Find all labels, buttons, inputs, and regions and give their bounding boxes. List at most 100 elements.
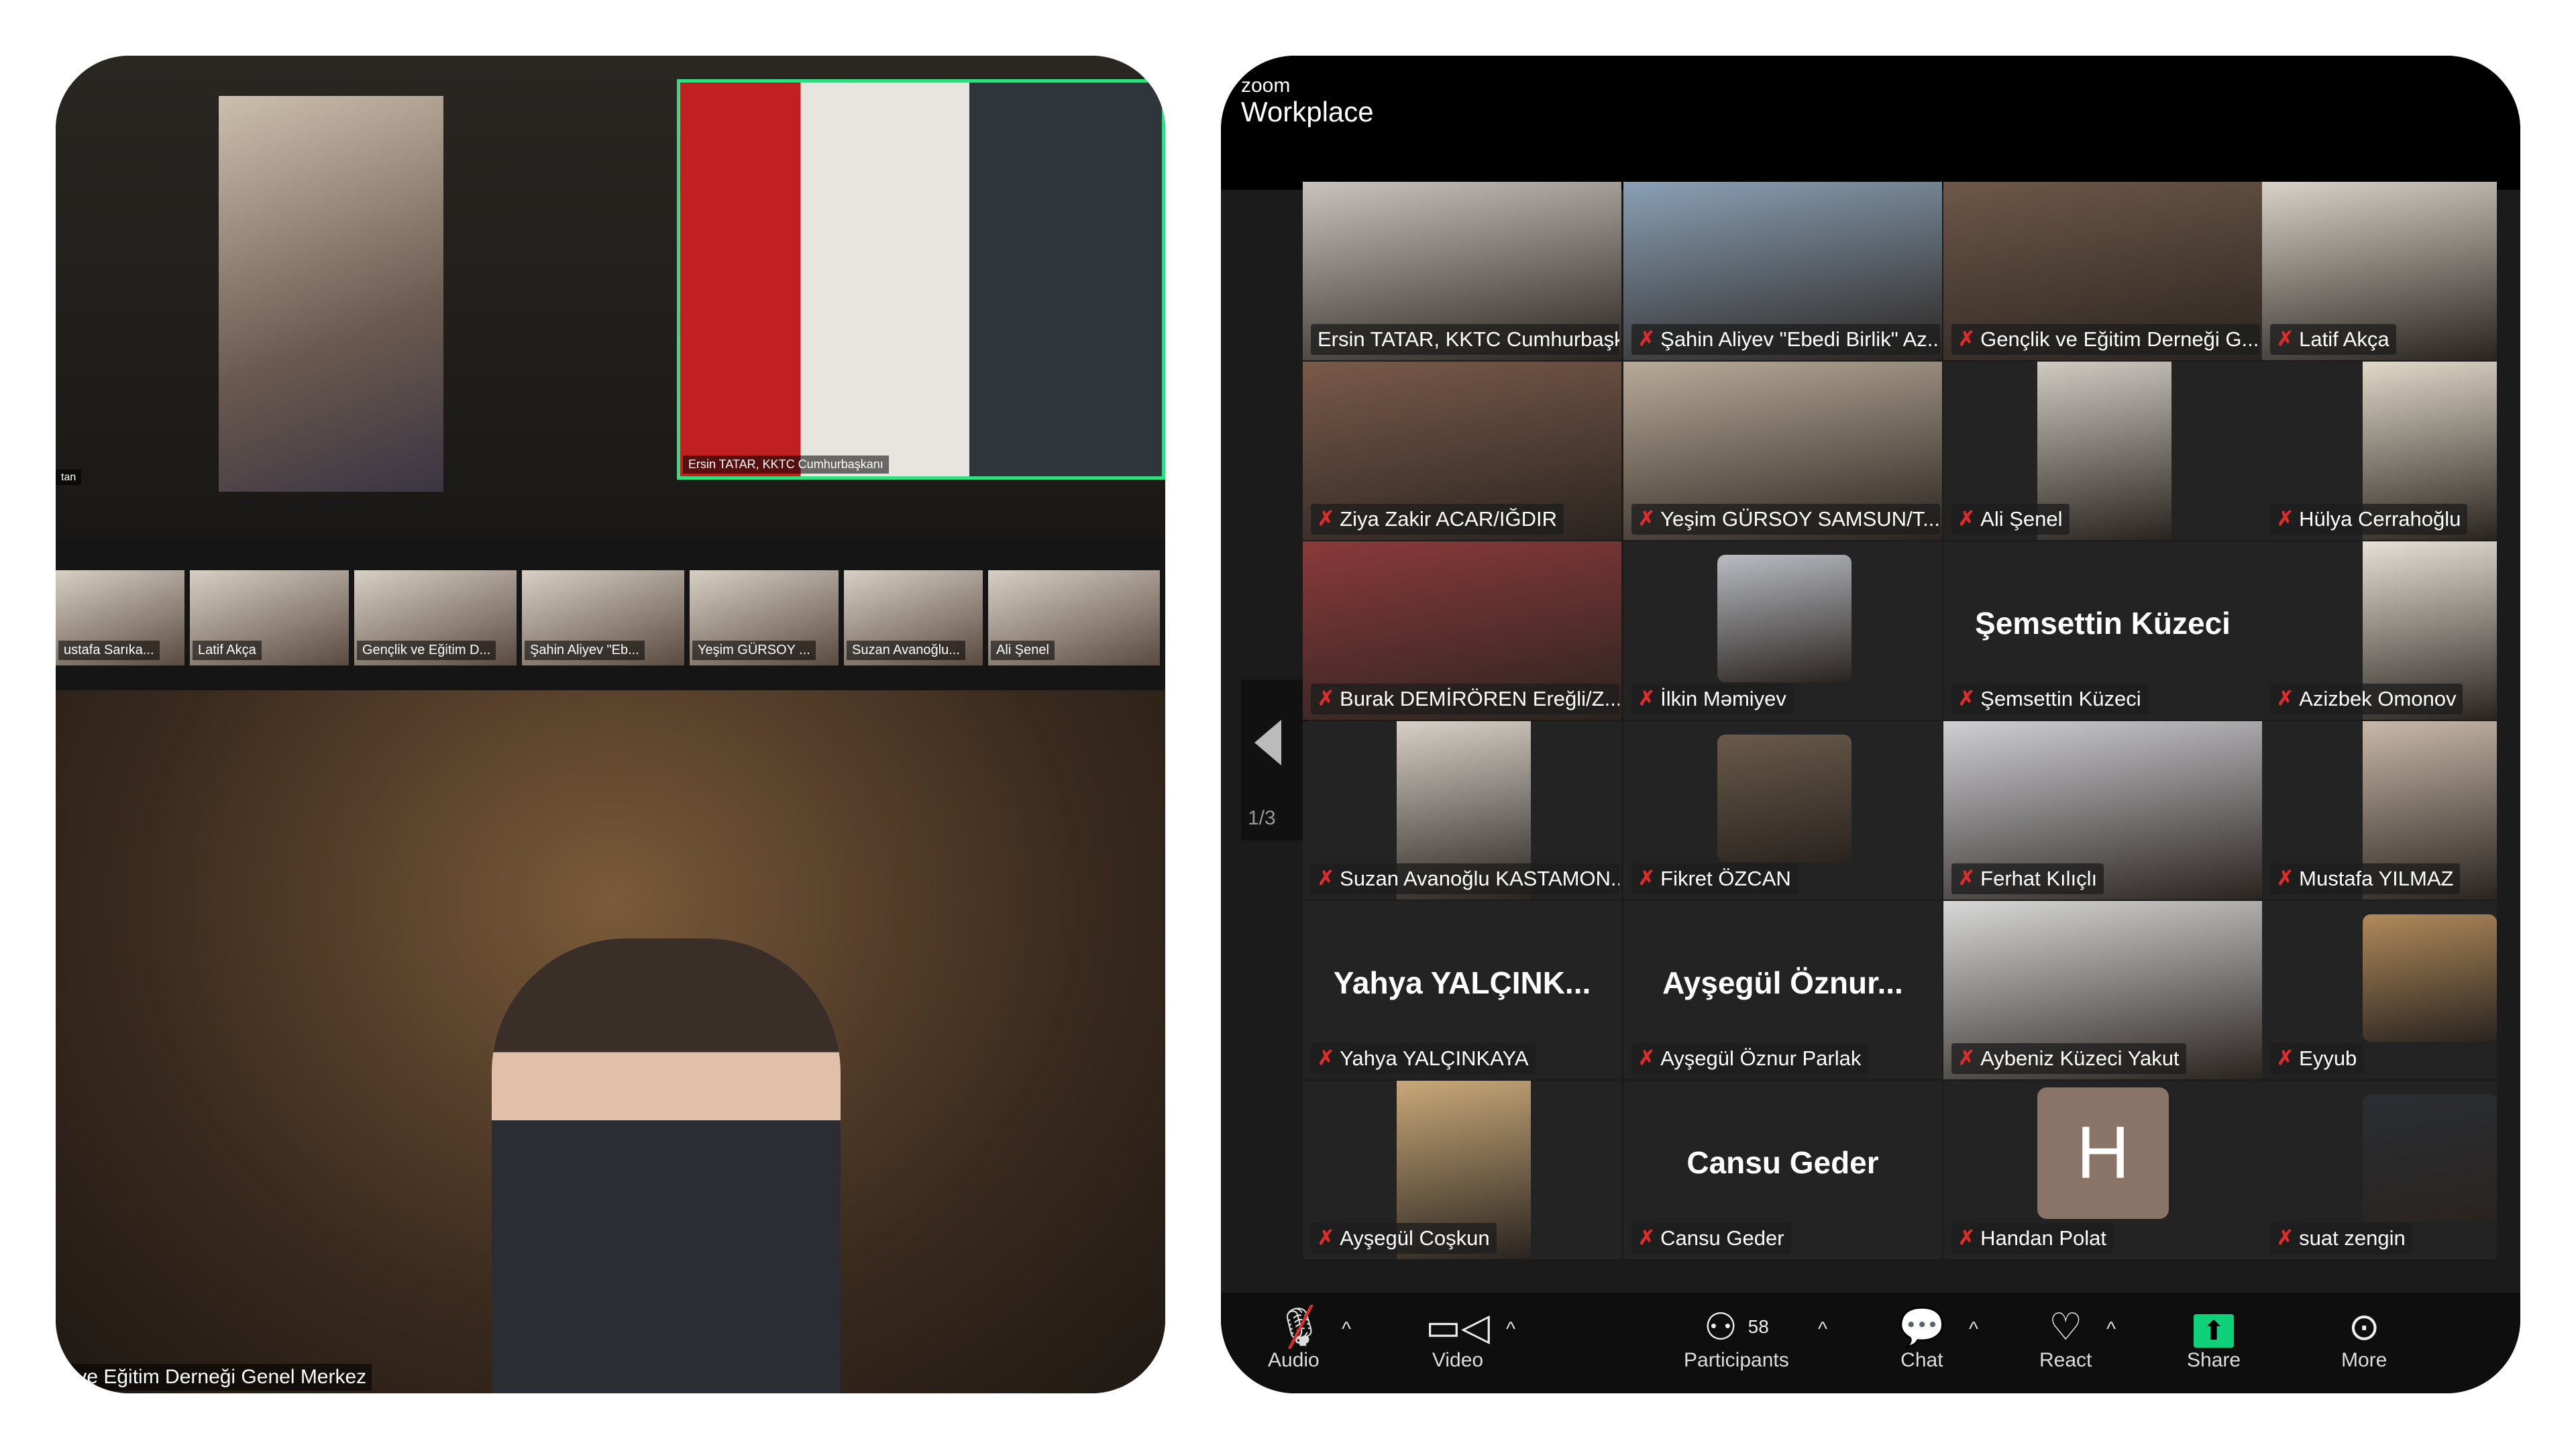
more-label: More xyxy=(2341,1349,2387,1371)
video-camera-icon: ▭◁ xyxy=(1426,1305,1490,1348)
participant-tile[interactable]: ✗ Suzan Avanoğlu KASTAMON... xyxy=(1303,721,1621,900)
participant-name-tag: ✗ Mustafa YILMAZ xyxy=(2270,863,2461,894)
strip-name: ustafa Sarıka... xyxy=(58,641,160,660)
participant-name-tag: ✗ Şahin Aliyev "Ebedi Birlik" Az... xyxy=(1631,324,1940,355)
participant-name-tag: ✗ Yeşim GÜRSOY SAMSUN/T... xyxy=(1631,504,1940,535)
mic-muted-icon: ✗ xyxy=(2277,1047,2294,1069)
chat-options-caret[interactable]: ^ xyxy=(1969,1318,1978,1341)
participant-name: Ersin TATAR, KKTC Cumhurbaşk... xyxy=(1318,327,1619,351)
participant-name: Latif Akça xyxy=(2299,327,2390,351)
participant-tile[interactable]: ✗ Şahin Aliyev "Ebedi Birlik" Az... xyxy=(1623,182,1942,360)
meeting-photo-left: tan Ersin TATAR, KKTC Cumhurbaşkanı usta… xyxy=(56,56,1165,1393)
participant-name: Cansu Geder xyxy=(1660,1226,1784,1250)
more-button[interactable]: ⊙ More xyxy=(2341,1305,2387,1372)
participant-name: suat zengin xyxy=(2299,1226,2406,1250)
participant-name-tag: ✗ Eyyub xyxy=(2270,1043,2364,1074)
participant-name: Şemsettin Küzeci xyxy=(1980,687,2141,710)
mic-muted-icon: ✗ xyxy=(1638,508,1656,530)
mic-muted-icon: ✗ xyxy=(1958,1227,1976,1249)
strip-thumbnail: Şahin Aliyev "Eb... xyxy=(522,570,684,665)
participant-video xyxy=(2363,914,2497,1042)
participant-tile[interactable]: ✗ Azizbek Omonov xyxy=(2262,541,2497,720)
participant-tile[interactable]: ✗ Mustafa YILMAZ xyxy=(2262,721,2497,900)
chat-icon: 💬 xyxy=(1898,1305,1945,1348)
participant-tile[interactable]: ✗ suat zengin xyxy=(2262,1081,2497,1259)
participants-button[interactable]: ⚇ 58 Participants xyxy=(1684,1305,1789,1372)
participant-tile[interactable]: ✗ Gençlik ve Eğitim Derneği G... xyxy=(1943,182,2262,360)
participant-name: Şahin Aliyev "Ebedi Birlik" Az... xyxy=(1660,327,1940,351)
app-brand: zoom xyxy=(1241,74,1291,97)
chat-button[interactable]: 💬 Chat xyxy=(1898,1305,1945,1372)
participant-name-tag: ✗ suat zengin xyxy=(2270,1223,2412,1254)
react-options-caret[interactable]: ^ xyxy=(2106,1318,2116,1341)
participant-tile[interactable]: Yahya YALÇINK... ✗ Yahya YALÇINKAYA xyxy=(1303,901,1621,1079)
strip-thumbnail: Gençlik ve Eğitim D... xyxy=(354,570,517,665)
prev-page-button[interactable]: 1/3 xyxy=(1241,680,1308,841)
room-photo: k ve Eğitim Derneği Genel Merkez xyxy=(56,690,1165,1393)
name-card: Yahya YALÇINK... xyxy=(1333,965,1591,1000)
mic-muted-icon: ✗ xyxy=(2277,867,2294,890)
participant-tile[interactable]: ✗ Eyyub xyxy=(2262,901,2497,1079)
participant-name-tag: ✗ Ziya Zakir ACAR/IĞDIR xyxy=(1311,504,1564,535)
participant-video xyxy=(1717,735,1851,862)
name-card: Ayşegül Öznur... xyxy=(1662,965,1903,1000)
participant-tile[interactable]: Ersin TATAR, KKTC Cumhurbaşk... xyxy=(1303,182,1621,360)
speaker-figure xyxy=(492,938,841,1393)
title-bar: zoom Workplace xyxy=(1221,56,2520,190)
video-options-caret[interactable]: ^ xyxy=(1506,1318,1515,1341)
video-button[interactable]: ▭◁ Video xyxy=(1426,1305,1490,1372)
react-button[interactable]: ♡ React xyxy=(2039,1305,2092,1372)
mic-muted-icon: ✗ xyxy=(1958,1047,1976,1069)
thumbnail-strip: ustafa Sarıka... Latif Akça Gençlik ve Eği… xyxy=(56,570,1165,665)
participant-tile[interactable]: ✗ Hülya Cerrahoğlu xyxy=(2262,362,2497,540)
participant-name-tag: ✗ Hülya Cerrahoğlu xyxy=(2270,504,2468,535)
participant-name-tag: ✗ Burak DEMİRÖREN Ereğli/Z... xyxy=(1311,684,1619,714)
mic-muted-icon: ✗ xyxy=(1318,1047,1335,1069)
participant-tile[interactable]: ✗ Latif Akça xyxy=(2262,182,2497,360)
mic-muted-icon: ✗ xyxy=(2277,1227,2294,1249)
participant-tile[interactable]: ✗ Ali Şenel xyxy=(1943,362,2262,540)
participant-tile[interactable]: ✗ Fikret ÖZCAN xyxy=(1623,721,1942,900)
participant-tile[interactable]: Şemsettin Küzeci ✗ Şemsettin Küzeci xyxy=(1943,541,2262,720)
participant-name: İlkin Məmiyev xyxy=(1660,687,1786,710)
mic-muted-icon: ✗ xyxy=(1958,867,1976,890)
participant-name-tag: Ersin TATAR, KKTC Cumhurbaşk... xyxy=(1311,324,1619,355)
participant-tile[interactable]: H ✗ Handan Polat xyxy=(1943,1081,2262,1259)
participant-tile[interactable]: ✗ İlkin Məmiyev xyxy=(1623,541,1942,720)
participant-tile[interactable]: ✗ Ferhat Kılıçlı xyxy=(1943,721,2262,900)
participant-name-tag: ✗ Latif Akça xyxy=(2270,324,2396,355)
mic-muted-icon: ✗ xyxy=(1638,1227,1656,1249)
zoom-window: zoom Workplace 1/3 Ersin TATAR, KKTC Cum… xyxy=(1221,56,2520,1393)
chevron-left-icon xyxy=(1254,720,1281,765)
video-label: Video xyxy=(1432,1349,1484,1371)
mic-muted-icon: ✗ xyxy=(2277,508,2294,530)
mic-muted-icon: ✗ xyxy=(1318,867,1335,890)
participant-name: Ziya Zakir ACAR/IĞDIR xyxy=(1340,507,1557,531)
participant-tile[interactable]: ✗ Aybeniz Küzeci Yakut xyxy=(1943,901,2262,1079)
participant-tile[interactable]: ✗ Burak DEMİRÖREN Ereğli/Z... xyxy=(1303,541,1621,720)
mic-muted-icon: ✗ xyxy=(1638,867,1656,890)
more-icon: ⊙ xyxy=(2348,1305,2380,1348)
mic-muted-icon: ✗ xyxy=(1318,508,1335,530)
presenter-video: Ersin TATAR, KKTC Cumhurbaşkanı xyxy=(677,79,1165,480)
participant-tile[interactable]: ✗ Yeşim GÜRSOY SAMSUN/T... xyxy=(1623,362,1942,540)
participant-tile[interactable]: ✗ Ziya Zakir ACAR/IĞDIR xyxy=(1303,362,1621,540)
strip-name: Yeşim GÜRSOY ... xyxy=(692,641,816,660)
participant-name-tag: ✗ Handan Polat xyxy=(1951,1223,2114,1254)
participant-tile[interactable]: Ayşegül Öznur... ✗ Ayşegül Öznur Parlak xyxy=(1623,901,1942,1079)
participant-tile[interactable]: ✗ Ayşegül Coşkun xyxy=(1303,1081,1621,1259)
audio-options-caret[interactable]: ^ xyxy=(1342,1318,1351,1341)
share-button[interactable]: ⬆ Share xyxy=(2187,1305,2241,1372)
mic-muted-icon: ✗ xyxy=(2277,328,2294,350)
audio-button[interactable]: 🎙╱ Audio xyxy=(1268,1305,1323,1372)
room-label: k ve Eğitim Derneği Genel Merkez xyxy=(56,1364,372,1391)
participant-name: Handan Polat xyxy=(1980,1226,2107,1250)
app-title: Workplace xyxy=(1241,96,1374,127)
meeting-toolbar: 🎙╱ Audio ^ ▭◁ Video ^ ⚇ 58 Participants ^ 💬… xyxy=(1221,1293,2520,1393)
strip-name: Şahin Aliyev "Eb... xyxy=(525,641,645,660)
strip-name: Ali Şenel xyxy=(991,641,1055,660)
participants-options-caret[interactable]: ^ xyxy=(1818,1318,1827,1341)
participant-tile[interactable]: Cansu Geder ✗ Cansu Geder xyxy=(1623,1081,1942,1259)
mic-muted-icon: ✗ xyxy=(1318,688,1335,710)
participant-video xyxy=(219,96,443,492)
